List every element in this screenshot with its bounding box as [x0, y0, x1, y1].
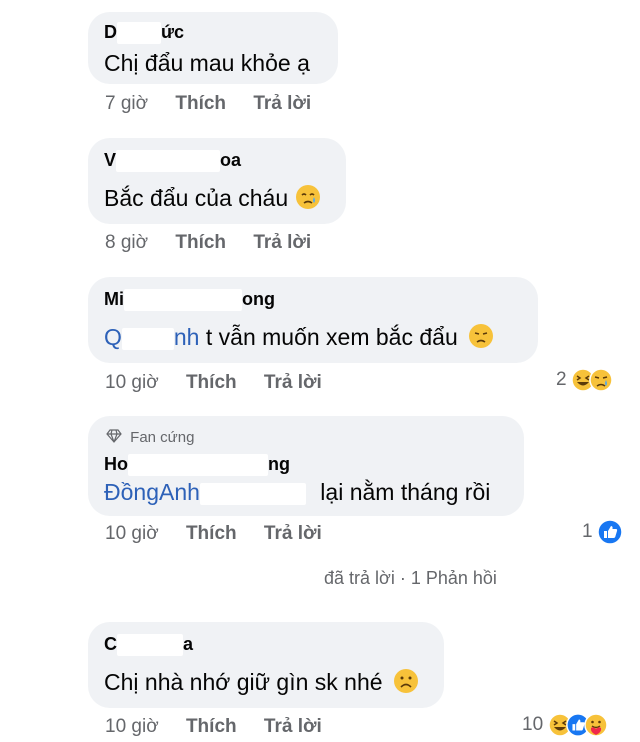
diamond-icon	[106, 429, 122, 443]
care-emoji	[583, 713, 608, 737]
reaction-count: 1	[582, 521, 593, 542]
like-button[interactable]: Thích	[186, 523, 237, 544]
comment-meta: 10 giờ Thích Trả lời	[105, 372, 322, 394]
mention-link[interactable]: Qnh	[104, 324, 199, 350]
reaction-count: 10	[522, 714, 544, 735]
view-replies-link[interactable]: đã trả lời · 1 Phản hồi	[324, 568, 497, 589]
comment-bubble: Voa Bắc đẩu của cháu	[88, 138, 346, 224]
comment-meta: 10 giờ Thích Trả lời	[105, 523, 322, 545]
comment-author[interactable]: Ho ng	[104, 454, 290, 477]
comment-time[interactable]: 10 giờ	[105, 716, 159, 737]
comment-bubble: Dức Chị đẩu mau khỏe ạ	[88, 12, 338, 84]
like-reaction-icon	[597, 519, 623, 545]
fan-badge: Fan cứng	[106, 428, 194, 446]
comment-text: Bắc đẩu của cháu	[104, 184, 321, 212]
comment-time[interactable]: 7 giờ	[105, 93, 148, 114]
comment-author[interactable]: Mi ong	[104, 289, 275, 312]
comment-author[interactable]: Ca	[104, 634, 193, 657]
reply-button[interactable]: Trả lời	[253, 93, 311, 114]
comment-time[interactable]: 10 giờ	[105, 372, 159, 393]
sad-emoji	[469, 324, 494, 348]
comment-bubble: Fan cứng Ho ng ĐồngAnh lại nằm tháng rồi	[88, 416, 524, 516]
comment-meta: 10 giờ Thích Trả lời	[105, 716, 322, 738]
frown-emoji	[393, 669, 418, 693]
like-button[interactable]: Thích	[186, 716, 237, 737]
comment-text: Chị đẩu mau khỏe ạ	[104, 50, 310, 76]
reaction-summary[interactable]: 2	[556, 368, 613, 396]
reaction-summary[interactable]: 10	[522, 713, 608, 741]
like-button[interactable]: Thích	[175, 93, 226, 114]
reply-button[interactable]: Trả lời	[264, 523, 322, 544]
comment-author[interactable]: Dức	[104, 22, 184, 45]
comment-text: Qnh t vẫn muốn xem bắc đẩu	[104, 323, 494, 351]
reply-button[interactable]: Trả lời	[264, 716, 322, 737]
comment-time[interactable]: 10 giờ	[105, 523, 159, 544]
comment-author[interactable]: Voa	[104, 150, 241, 173]
comment-meta: 7 giờ Thích Trả lời	[105, 93, 311, 115]
comment-meta: 8 giờ Thích Trả lời	[105, 232, 311, 254]
reply-button[interactable]: Trả lời	[253, 232, 311, 253]
mention-link[interactable]: ĐồngAnh	[104, 479, 306, 505]
reaction-count: 2	[556, 369, 567, 390]
comment-bubble: Mi ong Qnh t vẫn muốn xem bắc đẩu	[88, 277, 538, 363]
crying-emoji	[295, 185, 320, 209]
reaction-summary[interactable]: 1	[582, 519, 623, 547]
like-button[interactable]: Thích	[175, 232, 226, 253]
comment-bubble: Ca Chị nhà nhớ giữ gìn sk nhé	[88, 622, 444, 708]
comment-text: ĐồngAnh lại nằm tháng rồi	[104, 479, 491, 505]
like-button[interactable]: Thích	[186, 372, 237, 393]
comment-time[interactable]: 8 giờ	[105, 232, 148, 253]
reply-button[interactable]: Trả lời	[264, 372, 322, 393]
comment-text: Chị nhà nhớ giữ gìn sk nhé	[104, 668, 419, 696]
sad-emoji	[589, 368, 613, 392]
